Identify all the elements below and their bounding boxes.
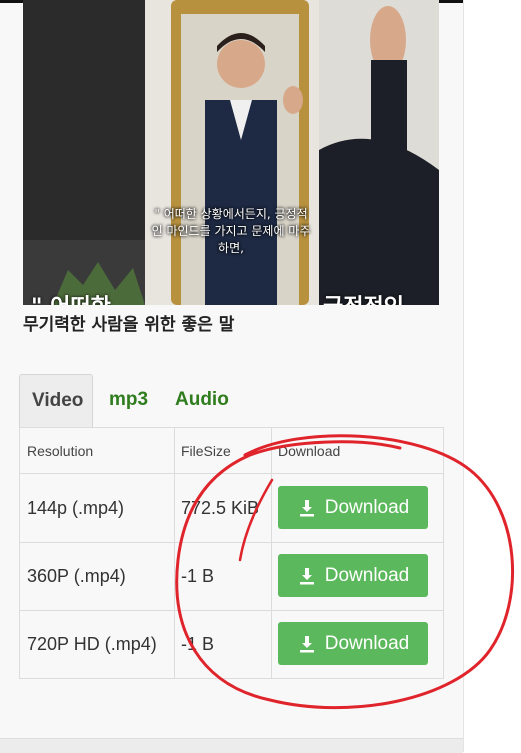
column-divider — [271, 428, 272, 678]
video-thumbnail[interactable]: " 어떠한 상황에서든지, 긍정적인 마인드를 가지고 문제에 마주하면, " … — [23, 0, 439, 305]
tab-audio[interactable]: Audio — [163, 374, 241, 427]
tab-mp3[interactable]: mp3 — [97, 374, 160, 427]
row-divider — [20, 473, 443, 474]
row-2-resolution: 360P (.mp4) — [27, 566, 126, 586]
column-divider — [174, 428, 175, 678]
download-button-720p[interactable]: Download — [278, 622, 428, 665]
row-3-resolution: 720P HD (.mp4) — [27, 634, 157, 654]
thumbnail-overlay-right: 긍정적인 — [323, 289, 404, 305]
row-divider — [20, 542, 443, 543]
download-button-360p[interactable]: Download — [278, 554, 428, 597]
row-1-resolution: 144p (.mp4) — [27, 498, 125, 518]
download-button-144p[interactable]: Download — [278, 486, 428, 529]
header-filesize: FileSize — [181, 443, 231, 459]
footer-strip — [0, 738, 463, 753]
download-icon — [299, 635, 314, 652]
thumbnail-image — [23, 0, 439, 305]
download-button-label: Download — [324, 632, 410, 654]
thumbnail-caption: " 어떠한 상황에서든지, 긍정적인 마인드를 가지고 문제에 마주하면, — [151, 207, 311, 255]
row-divider — [20, 610, 443, 611]
download-icon — [299, 499, 314, 516]
tab-video[interactable]: Video — [19, 374, 93, 427]
row-2-filesize: -1 B — [181, 566, 215, 586]
download-icon — [299, 567, 314, 584]
row-1-filesize: 772.5 KiB — [181, 498, 260, 518]
header-resolution: Resolution — [27, 443, 94, 459]
download-table: Resolution FileSize Download 144p (.mp4)… — [19, 427, 444, 679]
thumbnail-overlay-left: " 어떠한 — [31, 289, 111, 305]
row-3-filesize: -1 B — [181, 634, 215, 654]
header-download: Download — [278, 443, 341, 459]
page-gutter — [464, 0, 521, 752]
download-button-label: Download — [324, 496, 410, 518]
download-button-label: Download — [324, 564, 410, 586]
video-title: 무기력한 사람을 위한 좋은 말 — [23, 315, 235, 335]
